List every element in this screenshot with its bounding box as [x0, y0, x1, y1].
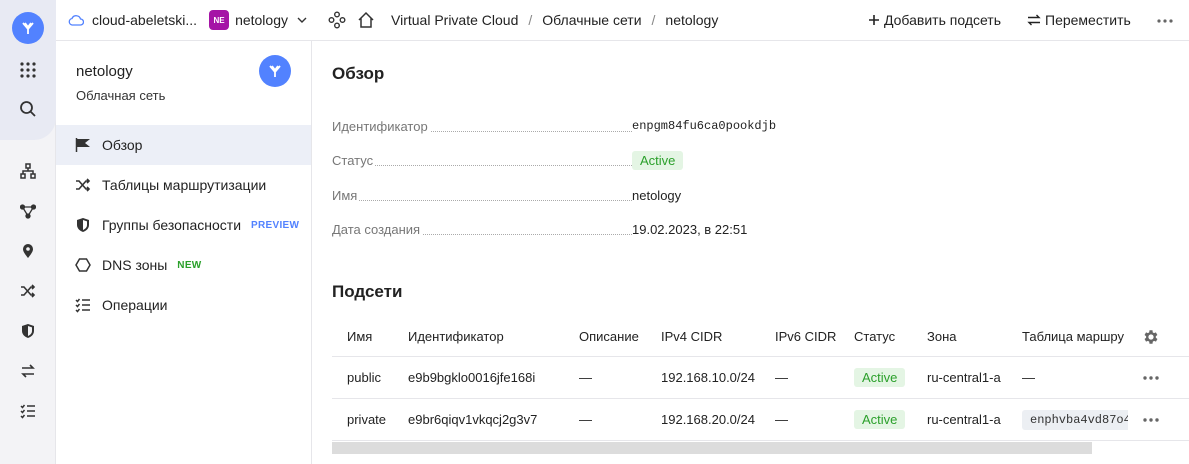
- swap-icon: [1027, 14, 1041, 26]
- hexagon-icon: [74, 256, 92, 274]
- row-more-icon[interactable]: [1142, 399, 1160, 440]
- nav-item-overview[interactable]: Обзор: [56, 125, 311, 165]
- gear-icon[interactable]: [1142, 317, 1160, 356]
- breadcrumb-cloud-networks[interactable]: Облачные сети: [542, 12, 641, 28]
- col-ipv6[interactable]: IPv6 CIDR: [775, 317, 836, 356]
- list-check-icon[interactable]: [16, 399, 40, 423]
- col-zone[interactable]: Зона: [927, 317, 957, 356]
- field-status: Статус Active: [332, 150, 772, 170]
- main-content: Обзор Идентификатор enpgm84fu6ca0pookdjb…: [312, 41, 1189, 464]
- col-status[interactable]: Статус: [854, 317, 895, 356]
- chevron-down-icon: [296, 14, 308, 26]
- route-table-chip[interactable]: enphvba4vd87o4: [1022, 409, 1128, 430]
- services-icon[interactable]: [328, 11, 346, 29]
- table-row[interactable]: private e9br6qiqv1vkqcj2g3v7 — 192.168.2…: [332, 399, 1189, 441]
- move-button[interactable]: Переместить: [1027, 12, 1131, 28]
- shuffle-icon[interactable]: [16, 279, 40, 303]
- col-id[interactable]: Идентификатор: [408, 317, 504, 356]
- col-description[interactable]: Описание: [579, 317, 639, 356]
- left-rail: [0, 0, 56, 464]
- topology-icon[interactable]: [16, 199, 40, 223]
- add-subnet-button[interactable]: Добавить подсеть: [868, 12, 1001, 28]
- nav-item-security-groups[interactable]: Группы безопасности PREVIEW: [56, 205, 311, 245]
- field-name: Имя netology: [332, 187, 682, 203]
- nav-item-route-tables[interactable]: Таблицы маршрутизации: [56, 165, 311, 205]
- yandex-cloud-logo-icon[interactable]: [12, 12, 44, 44]
- status-badge: Active: [632, 150, 684, 170]
- folder-selector[interactable]: NE netology: [197, 10, 308, 30]
- col-ipv4[interactable]: IPv4 CIDR: [661, 317, 722, 356]
- vpc-service-icon: [259, 55, 291, 87]
- network-side-panel: netology Облачная сеть Обзор Таблицы мар…: [56, 41, 312, 464]
- breadcrumb-current: netology: [665, 12, 719, 28]
- overview-heading: Обзор: [332, 64, 385, 83]
- col-name[interactable]: Имя: [347, 317, 372, 356]
- apps-grid-icon[interactable]: [16, 58, 40, 82]
- network-subtitle: Облачная сеть: [76, 88, 166, 103]
- shield-icon: [74, 216, 92, 234]
- folder-badge: NE: [209, 10, 230, 30]
- network-title: netology: [76, 63, 133, 80]
- network-icon[interactable]: [16, 159, 40, 183]
- field-created: Дата создания 19.02.2023, в 22:51: [332, 221, 748, 237]
- network-name-value: netology: [632, 187, 682, 203]
- flag-icon: [74, 136, 92, 154]
- more-menu-icon[interactable]: [1157, 14, 1173, 30]
- nav-item-dns-zones[interactable]: DNS зоны NEW: [56, 245, 311, 285]
- new-tag: NEW: [177, 259, 202, 271]
- nav-item-operations[interactable]: Операции: [56, 285, 311, 325]
- folder-name: netology: [235, 12, 288, 28]
- home-icon[interactable]: [357, 11, 375, 29]
- swap-arrows-icon[interactable]: [16, 359, 40, 383]
- row-more-icon[interactable]: [1142, 357, 1160, 398]
- status-badge: Active: [854, 368, 906, 387]
- col-route-table[interactable]: Таблица маршру: [1022, 317, 1128, 356]
- created-date-value: 19.02.2023, в 22:51: [632, 221, 748, 237]
- table-row[interactable]: public e9b9bgklo0016jfe168i — 192.168.10…: [332, 357, 1189, 399]
- subnets-table: Имя Идентификатор Описание IPv4 CIDR IPv…: [332, 317, 1189, 441]
- cloud-selector[interactable]: cloud-abeletski...: [56, 12, 197, 28]
- horizontal-scrollbar[interactable]: [332, 442, 1092, 454]
- plus-icon: [869, 15, 879, 25]
- network-id-value[interactable]: enpgm84fu6ca0pookdjb: [632, 119, 777, 133]
- table-header-row: Имя Идентификатор Описание IPv4 CIDR IPv…: [332, 317, 1189, 357]
- search-icon[interactable]: [16, 97, 40, 121]
- breadcrumb-vpc[interactable]: Virtual Private Cloud: [391, 12, 518, 28]
- location-pin-icon[interactable]: [16, 239, 40, 263]
- breadcrumb: Virtual Private Cloud / Облачные сети / …: [391, 12, 719, 28]
- top-bar: cloud-abeletski... NE netology Virtual P…: [56, 0, 1189, 41]
- list-check-icon: [74, 296, 92, 314]
- preview-tag: PREVIEW: [251, 219, 300, 231]
- shuffle-icon: [74, 176, 92, 194]
- subnets-heading: Подсети: [332, 282, 403, 301]
- side-nav: Обзор Таблицы маршрутизации Группы безоп…: [56, 125, 311, 325]
- cloud-name: cloud-abeletski...: [92, 12, 198, 28]
- status-badge: Active: [854, 410, 906, 429]
- cloud-icon: [68, 14, 84, 26]
- field-id: Идентификатор enpgm84fu6ca0pookdjb: [332, 118, 777, 134]
- shield-icon[interactable]: [16, 319, 40, 343]
